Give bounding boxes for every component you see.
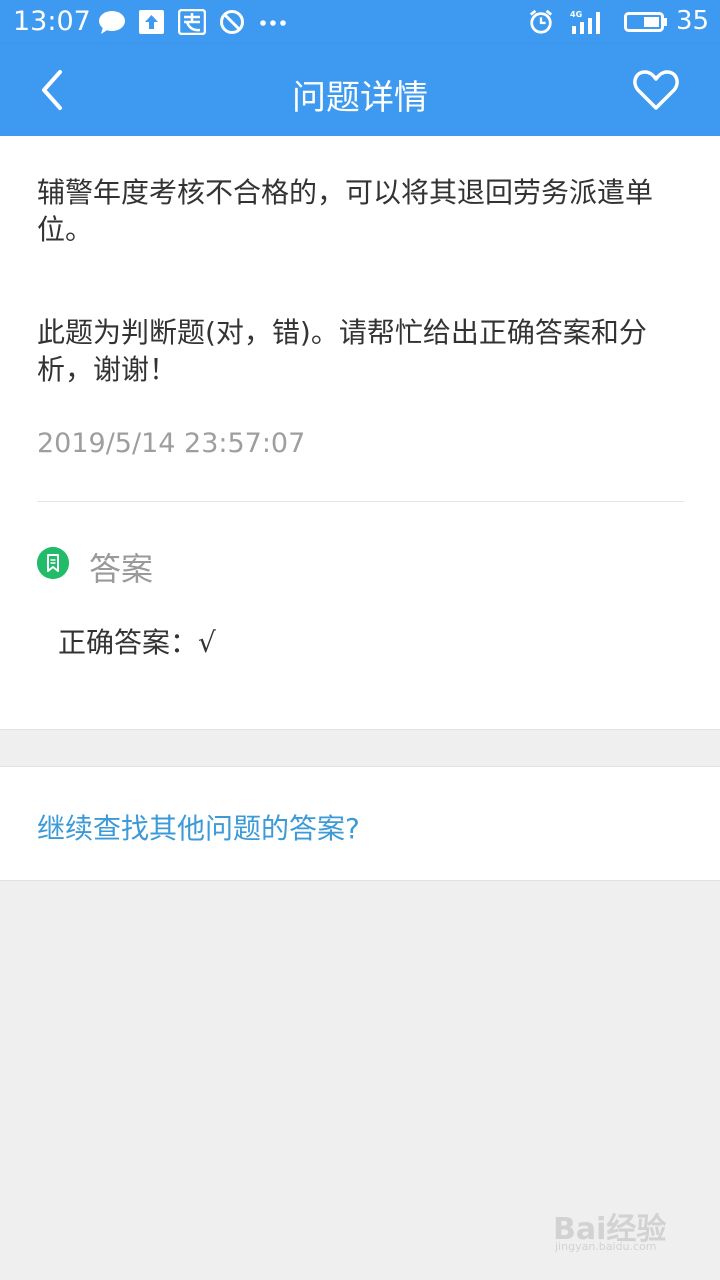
signal-icon: 4G <box>570 10 600 34</box>
baidu-watermark: Bai经验 jingyan.baidu.com <box>553 1200 693 1260</box>
more-dots-icon <box>260 20 286 26</box>
alipay-icon <box>178 9 206 35</box>
answer-text: 正确答案：√ <box>58 626 216 659</box>
question-date: 2019/5/14 23:57:07 <box>37 428 306 459</box>
answer-heading: 答案 <box>89 550 154 588</box>
upload-icon <box>139 10 164 34</box>
question-text: 辅警年度考核不合格的，可以将其退回劳务派遣单位。 <box>37 176 654 246</box>
battery-icon <box>624 12 667 32</box>
status-bar: 13:07 4G 35 <box>0 0 720 44</box>
watermark-url: jingyan.baidu.com <box>555 1240 657 1253</box>
title-bar: 问题详情 <box>0 44 720 136</box>
more-answers-link[interactable]: 继续查找其他问题的答案? <box>37 807 360 847</box>
chat-icon <box>99 11 125 34</box>
alarm-icon <box>529 9 553 34</box>
page-title: 问题详情 <box>292 78 428 118</box>
block-icon <box>220 10 244 34</box>
network-label: 4G <box>570 10 582 19</box>
question-note: 此题为判断题(对，错)。请帮忙给出正确答案和分析，谢谢！ <box>37 316 647 386</box>
heart-icon[interactable] <box>632 68 680 112</box>
status-time: 13:07 <box>13 6 91 37</box>
more-link-card: 继续查找其他问题的答案? <box>0 766 720 881</box>
battery-level: 35 <box>676 6 710 36</box>
divider <box>37 501 684 502</box>
question-card: 辅警年度考核不合格的，可以将其退回劳务派遣单位。 此题为判断题(对，错)。请帮忙… <box>0 136 720 730</box>
bookmark-icon <box>37 547 69 579</box>
